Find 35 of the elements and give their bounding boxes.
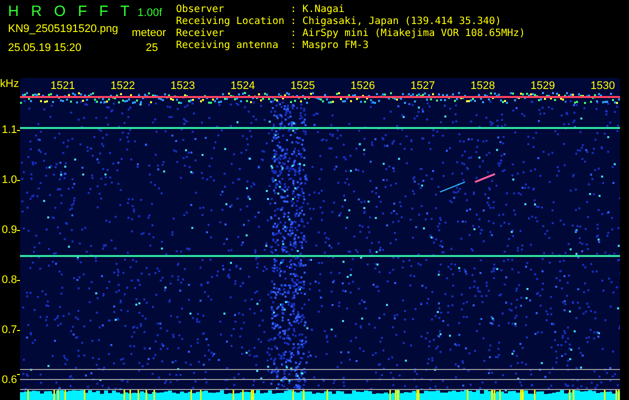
axis-label: 1529	[530, 80, 555, 92]
axis-label: 1523	[170, 80, 195, 92]
axis-label: 1524	[230, 80, 255, 92]
axis-unit: kHz	[0, 78, 20, 90]
axis-label: 0.8	[2, 274, 17, 286]
axis-label: 1528	[470, 80, 495, 92]
info-label: Receiving antenna	[176, 40, 280, 52]
app-title: H R O F F T	[8, 3, 134, 20]
timestamp-label: 25.05.19 15:20	[8, 42, 82, 54]
info-label: Receiver	[176, 28, 226, 40]
axis-label: 1530	[590, 80, 615, 92]
axis-label: 1527	[410, 80, 435, 92]
info-value: AirSpy mini (Miakejima VOR 108.65MHz)	[302, 28, 526, 40]
info-label: Receiving Location	[176, 16, 284, 28]
info-separator: :	[290, 16, 296, 28]
info-value: K.Nagai	[302, 4, 346, 16]
info-separator: :	[290, 4, 296, 16]
axis-label: 0.9	[2, 224, 17, 236]
axis-label: 0.7	[2, 324, 17, 336]
info-label: Observer	[176, 4, 226, 16]
axis-label: 0.6	[2, 374, 17, 386]
axis-label: 1.1	[2, 124, 17, 136]
axis-label: 1526	[350, 80, 375, 92]
version-label: 1.00f	[138, 7, 162, 19]
axis-label: 1525	[290, 80, 315, 92]
filename-label: KN9_2505191520.png	[8, 23, 118, 37]
axis-label: 1522	[110, 80, 135, 92]
axis-label: 1521	[50, 80, 75, 92]
meteor-label: meteor	[132, 27, 166, 39]
axis-label: 1.0	[2, 174, 17, 186]
info-separator: :	[290, 28, 296, 40]
info-separator: :	[290, 40, 296, 52]
info-value: Maspro FM-3	[302, 40, 370, 52]
meteor-count: 25	[146, 42, 158, 54]
info-value: Chigasaki, Japan (139.414 35.340)	[302, 16, 502, 28]
